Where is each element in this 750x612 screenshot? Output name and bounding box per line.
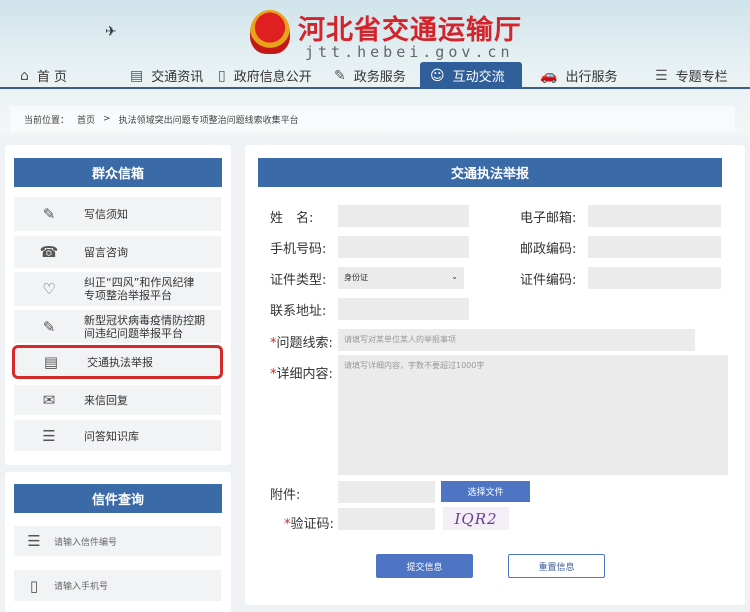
email-label: 电子邮箱:: [520, 211, 577, 226]
phone-label: 手机号码:: [270, 242, 327, 257]
letter-number-input[interactable]: ☰ 请输入信件编号: [14, 526, 221, 556]
pen-icon: ✎: [42, 205, 56, 223]
nav-gov-service[interactable]: ✎ 政务服务: [334, 62, 406, 89]
reset-button[interactable]: 重置信息: [508, 554, 605, 578]
book-icon: ▯: [218, 67, 226, 84]
detail-placeholder: 请填写详细内容，字数不要超过1000字: [344, 361, 485, 370]
nav-label: 出行服务: [565, 70, 618, 85]
nav-label: 专题专栏: [675, 70, 728, 85]
sidebar-item-label: 来信回复: [84, 394, 128, 407]
nav-gov-info[interactable]: ▯ 政府信息公开: [218, 62, 312, 89]
sidebar-item-traffic-enforcement[interactable]: ▤ 交通执法举报: [12, 345, 223, 379]
breadcrumb-home[interactable]: 首页: [77, 113, 95, 126]
id-type-select[interactable]: 身份证 ⌄: [338, 267, 464, 289]
main-nav: ⌂ 首 页 ▤ 交通资讯 ▯ 政府信息公开 ✎ 政务服务 ☺ 互动交流 🚗 出行服务 ☰ 专题…: [0, 62, 750, 89]
list-icon: ☰: [655, 67, 668, 84]
breadcrumb-current[interactable]: 执法领域突出问题专项整治问题线索收集平台: [119, 113, 299, 126]
site-title[interactable]: 河北省交通运输厅: [298, 8, 522, 47]
id-number-label: 证件编码:: [520, 273, 577, 288]
document-icon: ▤: [130, 67, 144, 84]
clue-input[interactable]: 请填写对某单位某人的举报事项: [338, 329, 695, 351]
edit-icon: ✎: [334, 67, 346, 84]
car-icon: 🚗: [540, 67, 558, 84]
sidebar-item-consult[interactable]: ☎ 留言咨询: [14, 236, 221, 268]
sidebar-item-four-winds[interactable]: ♡ 纠正“四风”和作风纪律专项整治举报平台: [14, 272, 221, 306]
id-number-input[interactable]: [588, 267, 721, 289]
sidebar-item-replies[interactable]: ✉ 来信回复: [14, 385, 221, 415]
id-type-value: 身份证: [344, 273, 368, 282]
submit-button[interactable]: 提交信息: [376, 554, 473, 578]
clue-placeholder: 请填写对某单位某人的举报事项: [344, 335, 456, 344]
nav-travel[interactable]: 🚗 出行服务: [540, 62, 617, 89]
nav-home[interactable]: ⌂ 首 页: [20, 62, 67, 89]
plane-icon: ✈: [105, 24, 117, 40]
attachment-label: 附件:: [270, 488, 301, 503]
nav-topics[interactable]: ☰ 专题专栏: [655, 62, 728, 89]
phone-number-input[interactable]: ▯ 请输入手机号: [14, 570, 221, 601]
captcha-label: 验证码:: [290, 517, 334, 532]
nav-interaction[interactable]: ☺ 互动交流: [420, 62, 522, 89]
lightbulb-icon: ♡: [42, 280, 56, 298]
detail-label: 详细内容:: [276, 367, 333, 382]
phone-input[interactable]: [338, 236, 469, 258]
sidebar-item-label: 交通执法举报: [87, 356, 153, 369]
detail-textarea[interactable]: 请填写详细内容，字数不要超过1000字: [338, 355, 728, 475]
sidebar-item-faq[interactable]: ☰ 问答知识库: [14, 420, 221, 451]
postcode-input[interactable]: [588, 236, 721, 258]
chat-icon: ☺: [430, 67, 445, 84]
breadcrumb-separator: >: [103, 114, 111, 124]
nav-label: 政府信息公开: [233, 70, 312, 85]
captcha-image[interactable]: IQR2: [443, 507, 509, 530]
clue-label: 问题线索:: [276, 336, 333, 351]
national-emblem-logo: [250, 10, 290, 54]
sidebar-item-writing-notice[interactable]: ✎ 写信须知: [14, 197, 221, 231]
choose-file-button[interactable]: 选择文件: [441, 481, 530, 502]
attachment-input[interactable]: [338, 481, 435, 503]
nav-label: 首 页: [36, 70, 68, 85]
address-input[interactable]: [338, 298, 469, 320]
sidebar-item-label: 问答知识库: [84, 429, 139, 443]
query-title: 信件查询: [14, 484, 222, 513]
input-placeholder: 请输入信件编号: [54, 537, 118, 548]
breadcrumb-prefix: 当前位置：: [24, 115, 70, 126]
nav-label: 交通资讯: [151, 70, 204, 85]
email-input[interactable]: [588, 205, 721, 227]
chevron-down-icon: ⌄: [451, 272, 458, 281]
home-icon: ⌂: [20, 67, 29, 84]
mail-icon: ✉: [42, 391, 56, 409]
phone-icon: ☎: [39, 243, 59, 261]
input-placeholder: 请输入手机号: [54, 582, 109, 592]
edit-box-icon: ✎: [42, 317, 56, 336]
sidebar-item-label: 写信须知: [84, 208, 128, 221]
captcha-input[interactable]: [338, 508, 435, 530]
sidebar-item-label: 留言咨询: [84, 246, 128, 259]
mobile-icon: ▯: [29, 576, 39, 595]
stack-icon: ☰: [42, 426, 56, 445]
nav-news[interactable]: ▤ 交通资讯: [130, 62, 203, 89]
name-label: 姓 名:: [270, 211, 314, 226]
postcode-label: 邮政编码:: [520, 242, 577, 257]
mailbox-title: 群众信箱: [14, 158, 222, 187]
list-icon: ☰: [27, 532, 41, 550]
sidebar-item-label: 纠正“四风”和作风纪律专项整治举报平台: [84, 276, 195, 302]
id-type-label: 证件类型:: [270, 273, 327, 288]
sidebar-item-covid[interactable]: ✎ 新型冠状病毒疫情防控期间违纪问题举报平台: [14, 310, 221, 343]
site-url: jtt.hebei.gov.cn: [305, 43, 514, 61]
nav-label: 互动交流: [452, 70, 505, 85]
breadcrumb: 当前位置： 首页 > 执法领域突出问题专项整治问题线索收集平台: [10, 106, 735, 132]
address-label: 联系地址:: [270, 304, 327, 319]
nav-label: 政务服务: [353, 70, 406, 85]
sidebar-item-label: 新型冠状病毒疫情防控期间违纪问题举报平台: [84, 313, 205, 340]
name-input[interactable]: [338, 205, 469, 227]
document-icon: ▤: [43, 353, 59, 371]
form-title: 交通执法举报: [258, 158, 722, 187]
